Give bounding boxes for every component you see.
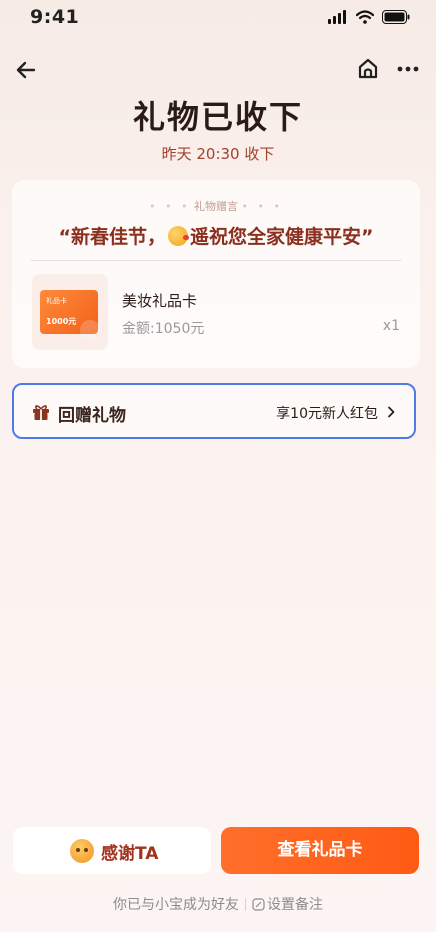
set-remark-link[interactable]: 设置备注 <box>252 897 323 913</box>
gift-card-image: 礼品卡 1000元 <box>40 290 100 340</box>
chevron-right-icon <box>388 406 395 418</box>
gift-card: • • • 礼物赠言 • • • “新春佳节， 遥祝您全家健康平安” 礼品卡 10… <box>12 180 420 368</box>
thank-button[interactable]: 感谢TA <box>13 827 211 874</box>
mini-card-decoration <box>80 320 100 340</box>
thank-avatar-icon <box>70 839 94 863</box>
edit-icon <box>252 898 265 911</box>
signal-icon <box>328 10 346 24</box>
battery-icon <box>382 10 410 24</box>
wifi-icon <box>356 10 374 24</box>
product-name[interactable]: 美妆礼品卡 <box>122 290 197 311</box>
gift-icon <box>33 405 49 420</box>
product-price: 金额:1050元 <box>122 321 205 337</box>
new-user-promo: 享10元新人红包 <box>276 406 378 422</box>
gift-tag-label: 礼物赠言 <box>194 200 238 213</box>
received-time: 昨天 20:30 收下 <box>161 145 275 163</box>
home-icon[interactable] <box>354 55 382 83</box>
more-icon[interactable] <box>394 55 422 83</box>
status-bar: 9:41 <box>0 0 436 40</box>
message-part-2: 遥祝您全家健康平安” <box>190 226 374 248</box>
footer: 你已与小宝成为好友 设置备注 <box>0 894 436 914</box>
nav-bar <box>0 52 436 88</box>
thank-button-label: 感谢TA <box>101 844 159 864</box>
status-icons <box>328 10 410 24</box>
divider <box>30 260 402 261</box>
mini-card-label: 礼品卡 <box>46 297 67 305</box>
page-title: 礼物已收下 <box>132 98 303 136</box>
gift-thumbnail[interactable]: 礼品卡 1000元 <box>32 274 108 350</box>
message-part-1: “新春佳节， <box>58 226 167 248</box>
gift-message: “新春佳节， 遥祝您全家健康平安” <box>12 222 420 249</box>
gift-message-tag: • • • 礼物赠言 • • • <box>149 200 283 213</box>
friend-status-text: 你已与小宝成为好友 <box>113 897 239 913</box>
return-gift-label: 回赠礼物 <box>58 406 126 426</box>
view-gift-card-button[interactable]: 查看礼品卡 <box>221 827 419 874</box>
back-arrow-icon[interactable] <box>12 56 40 84</box>
footer-separator <box>245 898 246 911</box>
kiss-emoji-icon <box>168 226 189 246</box>
mini-card-amount: 1000元 <box>46 317 77 326</box>
return-gift-button[interactable]: 回赠礼物 享10元新人红包 <box>12 383 416 439</box>
set-remark-label: 设置备注 <box>267 897 323 913</box>
status-time: 9:41 <box>30 6 80 28</box>
product-quantity: x1 <box>382 318 400 334</box>
